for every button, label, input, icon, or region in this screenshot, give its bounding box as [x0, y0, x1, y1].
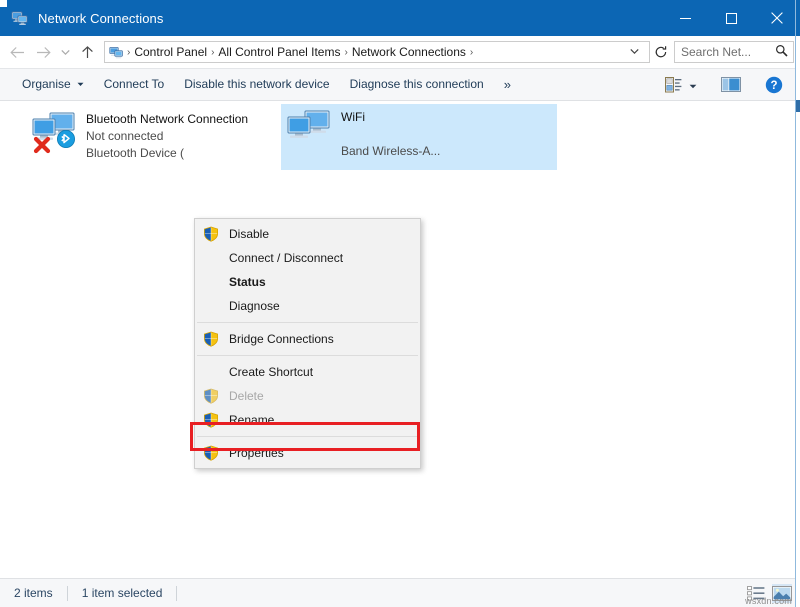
status-selection: 1 item selected [82, 586, 163, 600]
context-menu-item-label: Create Shortcut [229, 365, 313, 379]
menu-icon-placeholder [203, 298, 219, 314]
adapter-status: Not connected [86, 128, 220, 145]
list-item[interactable]: WiFi Band Wireless-A... [281, 104, 557, 170]
toolbar-disable-device-button[interactable]: Disable this network device [174, 72, 339, 97]
context-menu-item-status[interactable]: Status [195, 270, 420, 294]
network-connections-icon [11, 9, 29, 27]
context-menu-item-delete: Delete [195, 384, 420, 408]
shield-icon [203, 445, 219, 461]
refresh-icon[interactable] [650, 41, 672, 63]
change-view-icon[interactable] [660, 72, 702, 98]
toolbar-diagnose-connection-button[interactable]: Diagnose this connection [340, 72, 494, 97]
context-menu-item-disable[interactable]: Disable [195, 222, 420, 246]
menu-separator [197, 355, 418, 356]
context-menu-item-connect-disconnect[interactable]: Connect / Disconnect [195, 246, 420, 270]
title-bar: Network Connections [0, 0, 800, 36]
toolbar-organise-button[interactable]: Organise [12, 72, 94, 97]
breadcrumb-separator[interactable]: › [469, 47, 474, 58]
menu-separator [197, 322, 418, 323]
toolbar-connect-to-label: Connect To [104, 72, 165, 97]
toolbar-disable-device-label: Disable this network device [184, 72, 329, 97]
toolbar-diagnose-connection-label: Diagnose this connection [350, 72, 484, 97]
toolbar-right-group: ? [660, 72, 800, 98]
adapter-text-group: WiFi Band Wireless-A... [341, 108, 440, 160]
bluetooth-adapter-icon [30, 110, 82, 156]
adapter-name: WiFi [341, 109, 440, 126]
command-toolbar: Organise Connect To Disable this network… [0, 68, 800, 101]
close-button[interactable] [754, 0, 800, 36]
adapter-device: Bluetooth Device ( [86, 145, 220, 162]
window-corner-sliver [0, 0, 7, 7]
context-menu-item-diagnose[interactable]: Diagnose [195, 294, 420, 318]
toolbar-overflow-button[interactable]: » [494, 77, 521, 92]
network-connections-window: Network Connections [0, 0, 800, 607]
status-item-count: 2 items [14, 586, 53, 600]
status-divider [67, 586, 68, 601]
toolbar-organise-label: Organise [22, 72, 71, 97]
menu-icon-placeholder [203, 274, 219, 290]
toolbar-connect-to-button[interactable]: Connect To [94, 72, 175, 97]
menu-icon-placeholder [203, 364, 219, 380]
window-edge-marker [796, 100, 800, 112]
window-title: Network Connections [38, 11, 163, 26]
caption-buttons [662, 0, 800, 36]
status-divider [176, 586, 177, 601]
shield-icon [203, 331, 219, 347]
wifi-adapter-icon [285, 108, 337, 154]
context-menu-item-label: Rename [229, 413, 274, 427]
status-bar: 2 items 1 item selected [0, 578, 800, 607]
preview-pane-icon[interactable] [716, 72, 746, 98]
list-item[interactable]: Bluetooth Network Connection Not connect… [26, 106, 226, 166]
search-input[interactable] [681, 45, 775, 59]
forward-button[interactable] [30, 39, 56, 65]
watermark: wsxdn.com [745, 596, 792, 606]
connections-list: Bluetooth Network Connection Not connect… [0, 101, 800, 578]
context-menu-item-rename[interactable]: Rename [195, 408, 420, 432]
menu-icon-placeholder [203, 250, 219, 266]
adapter-status [341, 126, 440, 143]
window-right-edge [795, 0, 800, 607]
chevron-down-icon[interactable] [626, 47, 647, 57]
address-bar: › Control Panel › All Control Panel Item… [0, 36, 800, 68]
svg-text:?: ? [770, 80, 777, 92]
breadcrumb[interactable]: › Control Panel › All Control Panel Item… [104, 41, 650, 63]
context-menu-item-label: Disable [229, 227, 269, 241]
context-menu: Disable Connect / Disconnect Status Diag… [194, 218, 421, 469]
shield-icon [203, 388, 219, 404]
breadcrumb-item-control-panel[interactable]: Control Panel [131, 45, 210, 59]
breadcrumb-network-icon [109, 45, 124, 60]
chevron-down-icon [77, 72, 84, 97]
window-right-edge-top [796, 0, 800, 36]
adapter-device: Band Wireless-A... [341, 143, 440, 160]
context-menu-item-properties[interactable]: Properties [195, 441, 420, 465]
back-button[interactable] [4, 39, 30, 65]
context-menu-item-label: Connect / Disconnect [229, 251, 343, 265]
menu-separator [197, 436, 418, 437]
context-menu-item-label: Delete [229, 389, 264, 403]
context-menu-item-create-shortcut[interactable]: Create Shortcut [195, 360, 420, 384]
recent-locations-button[interactable] [56, 39, 74, 65]
help-icon[interactable]: ? [760, 72, 788, 98]
shield-icon [203, 412, 219, 428]
breadcrumb-item-network-connections[interactable]: Network Connections [349, 45, 469, 59]
shield-icon [203, 226, 219, 242]
search-box[interactable] [674, 41, 794, 63]
maximize-button[interactable] [708, 0, 754, 36]
breadcrumb-item-all-control-panel-items[interactable]: All Control Panel Items [215, 45, 343, 59]
magnifier-icon[interactable] [775, 44, 788, 60]
context-menu-item-label: Bridge Connections [229, 332, 334, 346]
adapter-text-group: Bluetooth Network Connection Not connect… [86, 110, 220, 162]
context-menu-item-label: Properties [229, 446, 284, 460]
context-menu-item-label: Diagnose [229, 299, 280, 313]
adapter-name: Bluetooth Network Connection [86, 111, 220, 128]
minimize-button[interactable] [662, 0, 708, 36]
context-menu-item-label: Status [229, 275, 266, 289]
chevron-down-icon[interactable] [689, 78, 697, 92]
up-button[interactable] [74, 39, 100, 65]
context-menu-item-bridge-connections[interactable]: Bridge Connections [195, 327, 420, 351]
